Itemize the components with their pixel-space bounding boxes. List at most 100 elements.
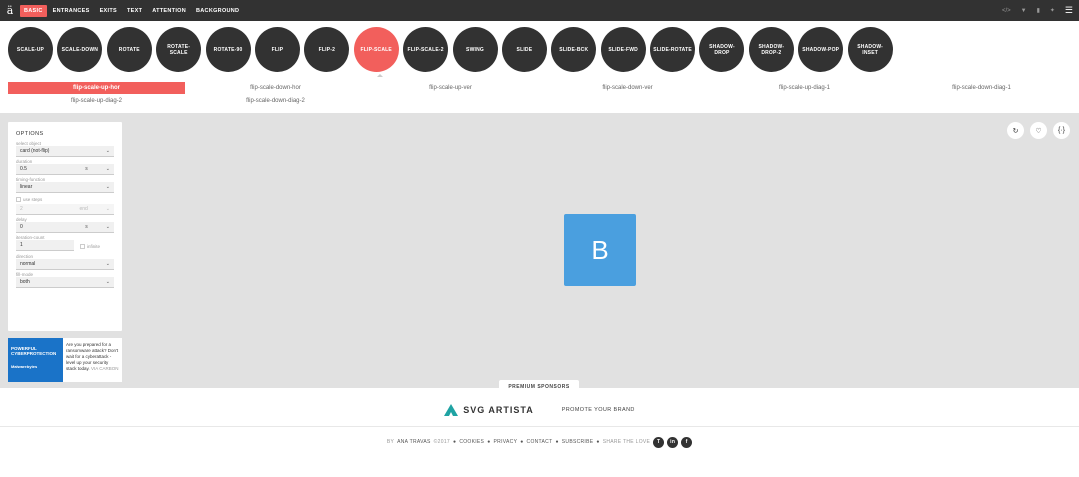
animation-slide-rotate[interactable]: SLIDE-ROTATE bbox=[650, 27, 696, 72]
variant-flip-scale-up-hor[interactable]: flip-scale-up-hor bbox=[8, 82, 185, 94]
facebook-icon[interactable]: f bbox=[681, 436, 693, 448]
variant-flip-scale-down-diag-2[interactable]: flip-scale-down-diag-2 bbox=[187, 95, 364, 107]
ad-image-line2: CYBERPROTECTION bbox=[11, 351, 57, 356]
chevron-down-icon: ⌄ bbox=[105, 261, 110, 267]
footer-dot: ● bbox=[520, 439, 524, 445]
stage-actions: ↻ ♡ {·} bbox=[1007, 122, 1070, 139]
duration-field[interactable]: 0.5 s ⌄ bbox=[16, 164, 114, 175]
delay-unit: s bbox=[85, 224, 88, 230]
code-icon[interactable]: {·} bbox=[1053, 122, 1070, 139]
chevron-down-icon: ⌄ bbox=[105, 148, 110, 154]
menu-icon[interactable]: ☰ bbox=[1065, 5, 1073, 16]
preview-stage: OPTIONS select object card (not-flip) ⌄ … bbox=[0, 113, 1079, 388]
infinite-label: infinite bbox=[87, 243, 101, 249]
demo-card: B bbox=[564, 214, 636, 286]
ad-image-brand: Malwarebytes bbox=[11, 364, 38, 369]
animation-rotate[interactable]: ROTATE bbox=[106, 27, 152, 72]
premium-sponsors-tab: PREMIUM SPONSORS bbox=[499, 380, 579, 393]
infinite-checkbox[interactable]: infinite bbox=[80, 242, 100, 250]
animation-flip-scale-2[interactable]: FLIP-SCALE-2 bbox=[403, 27, 449, 72]
chevron-down-icon: ⌄ bbox=[105, 279, 110, 285]
footer-contact-link[interactable]: CONTACT bbox=[527, 439, 553, 445]
use-steps-label: use steps bbox=[23, 196, 43, 202]
animation-flip[interactable]: FLIP bbox=[254, 27, 300, 72]
footer-author[interactable]: ANA TRAVAS bbox=[397, 439, 431, 445]
filter-icon[interactable]: ▼ bbox=[1021, 8, 1027, 14]
variant-flip-scale-down-ver[interactable]: flip-scale-down-ver bbox=[539, 82, 716, 94]
code-icon[interactable]: </> bbox=[1002, 8, 1011, 14]
active-indicator-caret bbox=[377, 74, 383, 77]
top-navigation-bar: ä BASIC ENTRANCES EXITS TEXT ATTENTION B… bbox=[0, 0, 1079, 21]
footer-dot: ● bbox=[487, 439, 491, 445]
tab-attention[interactable]: ATTENTION bbox=[148, 5, 190, 17]
animation-flip-2[interactable]: FLIP-2 bbox=[304, 27, 350, 72]
ad-via[interactable]: VIA CARBON bbox=[91, 366, 119, 371]
direction-value: normal bbox=[20, 261, 36, 267]
footer-dot: ● bbox=[452, 439, 457, 445]
options-panel: OPTIONS select object card (not-flip) ⌄ … bbox=[8, 122, 122, 331]
ad-image[interactable]: POWERFUL CYBERPROTECTION Malwarebytes bbox=[8, 338, 63, 382]
ad-text-block[interactable]: Are you prepared for a ransomware attack… bbox=[63, 338, 122, 382]
animation-slide[interactable]: SLIDE bbox=[501, 27, 547, 72]
footer-dot: ● bbox=[596, 439, 600, 445]
use-steps-checkbox[interactable]: use steps bbox=[16, 195, 114, 203]
chevron-down-icon: ⌄ bbox=[105, 206, 110, 212]
svg-artista-logo-icon bbox=[444, 403, 459, 416]
animation-slide-bck[interactable]: SLIDE-BCK bbox=[551, 27, 597, 72]
tab-background[interactable]: BACKGROUND bbox=[192, 5, 243, 17]
iteration-count-input[interactable]: 1 bbox=[16, 240, 74, 251]
twitter-icon[interactable]: T bbox=[653, 436, 665, 448]
tab-entrances[interactable]: ENTRANCES bbox=[49, 5, 94, 17]
animation-shadow-drop[interactable]: SHADOW-DROP bbox=[699, 27, 745, 72]
animation-scale-down[interactable]: SCALE-DOWN bbox=[57, 27, 103, 72]
duration-unit: s bbox=[85, 166, 88, 172]
animation-rotate-90[interactable]: ROTATE-90 bbox=[205, 27, 251, 72]
tab-basic[interactable]: BASIC bbox=[20, 4, 47, 17]
refresh-icon[interactable]: ↻ bbox=[1007, 122, 1024, 139]
heart-icon[interactable]: ♡ bbox=[1030, 122, 1047, 139]
footer-privacy-link[interactable]: PRIVACY bbox=[494, 439, 518, 445]
footer-share: SHARE THE LOVE bbox=[602, 439, 651, 445]
variant-flip-scale-down-diag-1[interactable]: flip-scale-down-diag-1 bbox=[893, 82, 1070, 94]
tab-text[interactable]: TEXT bbox=[123, 5, 146, 17]
timing-function-value: linear bbox=[20, 184, 33, 190]
top-right-tools: </> ▼ ▮ ✦ ☰ bbox=[1002, 0, 1073, 21]
logo[interactable]: ä bbox=[0, 0, 20, 21]
carbon-ad[interactable]: POWERFUL CYBERPROTECTION Malwarebytes Ar… bbox=[8, 338, 122, 382]
footer-subscribe-link[interactable]: SUBSCRIBE bbox=[562, 439, 594, 445]
timing-function-dropdown[interactable]: linear ⌄ bbox=[16, 182, 114, 193]
fill-mode-dropdown[interactable]: both ⌄ bbox=[16, 277, 114, 288]
steps-value: 2 bbox=[20, 206, 23, 212]
delay-field[interactable]: 0 s ⌄ bbox=[16, 222, 114, 233]
chevron-down-icon: ⌄ bbox=[105, 224, 110, 230]
variant-flip-scale-down-hor[interactable]: flip-scale-down-hor bbox=[187, 82, 364, 94]
chevron-down-icon: ⌄ bbox=[105, 166, 110, 172]
promote-your-brand-link[interactable]: PROMOTE YOUR BRAND bbox=[562, 407, 635, 413]
footer: BY ANA TRAVAS ©2017 ● COOKIES ● PRIVACY … bbox=[0, 436, 1079, 448]
delay-value: 0 bbox=[20, 224, 23, 230]
animation-shadow-pop[interactable]: SHADOW-POP bbox=[798, 27, 844, 72]
footer-cookies-link[interactable]: COOKIES bbox=[459, 439, 484, 445]
animation-scale-up[interactable]: SCALE-UP bbox=[8, 27, 53, 72]
animation-shadow-drop-2[interactable]: SHADOW-DROP-2 bbox=[748, 27, 794, 72]
animation-rotate-scale[interactable]: ROTATE-SCALE bbox=[156, 27, 202, 72]
variant-flip-scale-up-diag-2[interactable]: flip-scale-up-diag-2 bbox=[8, 95, 185, 107]
animation-picker: SCALE-UP SCALE-DOWN ROTATE ROTATE-SCALE … bbox=[8, 27, 893, 73]
checkbox-box[interactable] bbox=[80, 243, 85, 249]
animation-flip-scale[interactable]: FLIP-SCALE bbox=[353, 27, 399, 72]
svg-artista-sponsor[interactable]: SVG ARTISTA bbox=[444, 403, 534, 416]
variant-flip-scale-up-diag-1[interactable]: flip-scale-up-diag-1 bbox=[716, 82, 893, 94]
select-object-dropdown[interactable]: card (not-flip) ⌄ bbox=[16, 146, 114, 157]
variant-flip-scale-up-ver[interactable]: flip-scale-up-ver bbox=[362, 82, 539, 94]
animation-swing[interactable]: SWING bbox=[452, 27, 498, 72]
star-icon[interactable]: ✦ bbox=[1050, 7, 1055, 14]
animation-slide-fwd[interactable]: SLIDE-FWD bbox=[600, 27, 646, 72]
animation-shadow-inset[interactable]: SHADOW-INSET bbox=[847, 27, 893, 72]
footer-by: BY bbox=[386, 439, 395, 445]
download-icon[interactable]: ▮ bbox=[1037, 7, 1040, 14]
tab-exits[interactable]: EXITS bbox=[96, 5, 121, 17]
sponsor-bar: SVG ARTISTA PROMOTE YOUR BRAND bbox=[0, 393, 1079, 427]
linkedin-icon[interactable]: in bbox=[667, 436, 679, 448]
checkbox-box[interactable] bbox=[16, 196, 21, 202]
direction-dropdown[interactable]: normal ⌄ bbox=[16, 259, 114, 270]
